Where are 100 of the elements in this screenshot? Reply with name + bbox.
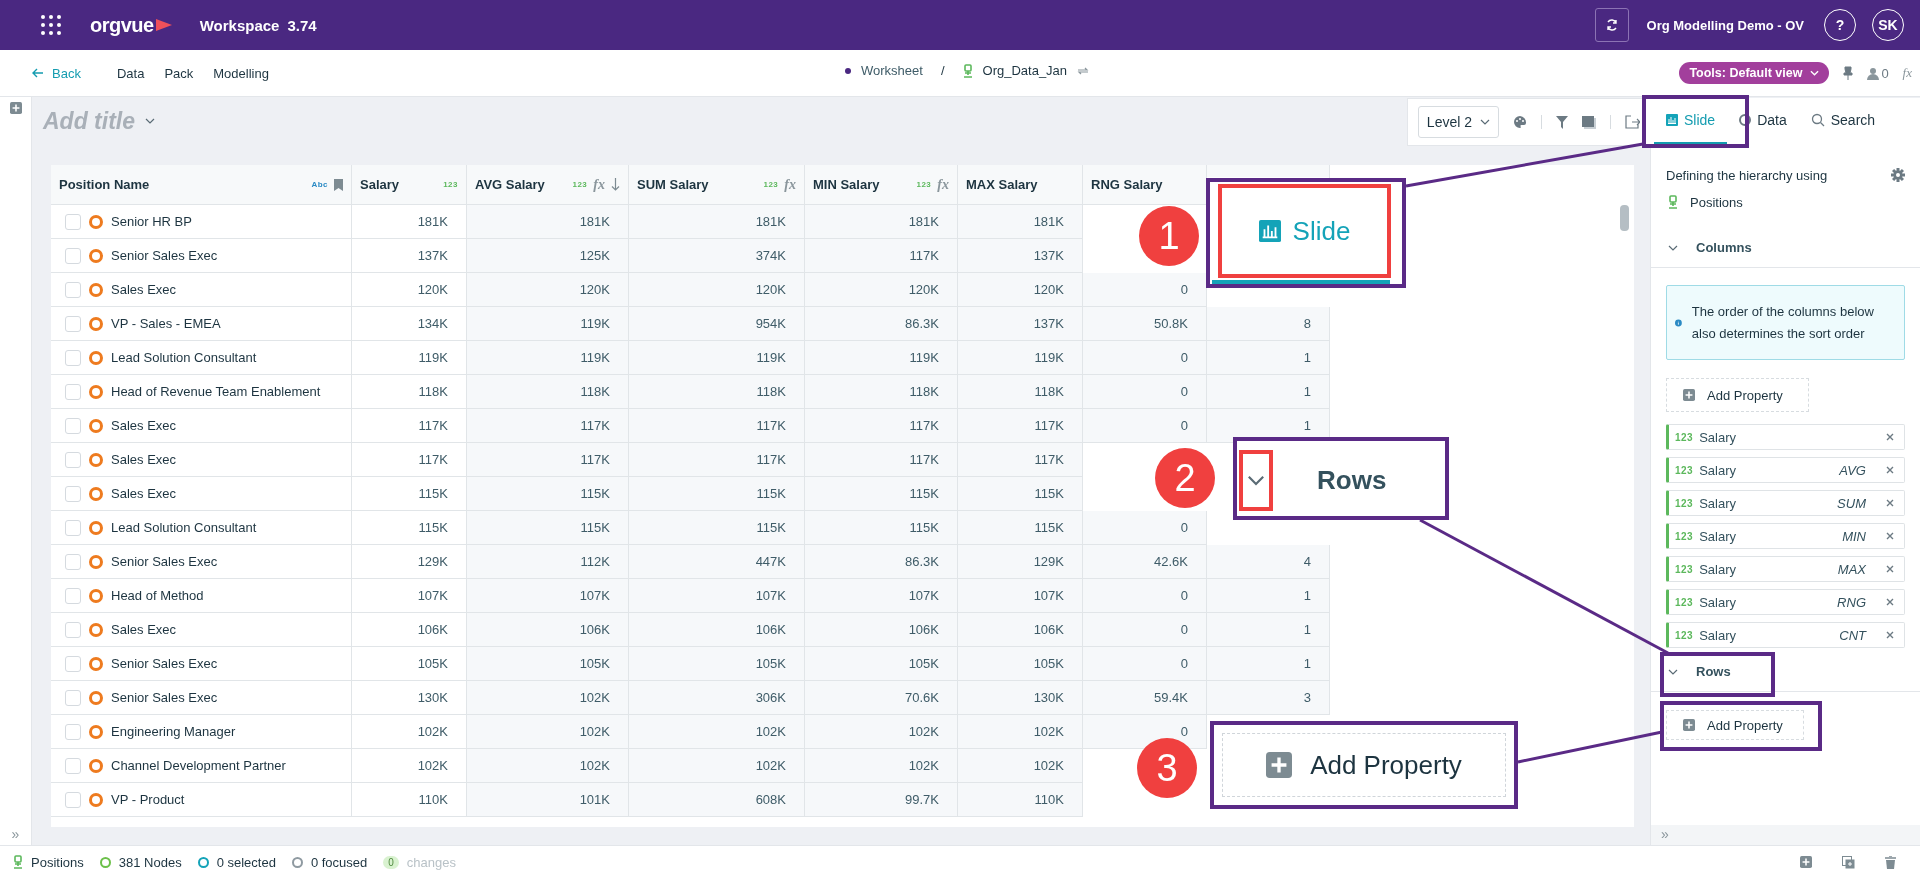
breadcrumb-item[interactable]: Worksheet	[861, 63, 923, 78]
column-header[interactable]: RNG Salary	[1083, 165, 1207, 205]
row-checkbox[interactable]	[65, 791, 81, 808]
formula-icon: fx	[937, 176, 949, 193]
column-header[interactable]: Salary 123	[352, 165, 467, 205]
row-checkbox[interactable]	[65, 723, 81, 740]
column-header[interactable]: MAX Salary	[958, 165, 1083, 205]
close-icon[interactable]	[1886, 433, 1894, 441]
palette-icon[interactable]	[1513, 115, 1527, 129]
table-cell: 86.3K	[805, 307, 958, 341]
panel-tab[interactable]: Data	[1727, 98, 1799, 145]
sync-icon[interactable]	[1077, 65, 1090, 76]
settings-icon[interactable]	[1891, 168, 1905, 182]
add-property-button[interactable]: Add Property	[1666, 710, 1804, 740]
square-icon[interactable]	[1582, 115, 1596, 129]
row-checkbox[interactable]	[65, 655, 81, 672]
column-header[interactable]: SUM Salary 123 fx	[629, 165, 805, 205]
table-cell: 117K	[352, 443, 467, 477]
position-name: Head of Revenue Team Enablement	[111, 384, 321, 399]
row-checkbox[interactable]	[65, 757, 81, 774]
column-item[interactable]: 123 Salary CNT	[1666, 622, 1905, 648]
table-cell: 0	[1083, 341, 1207, 375]
table-cell: 1	[1207, 579, 1330, 613]
filter-icon[interactable]	[1556, 115, 1568, 129]
menu-item[interactable]: Data	[116, 65, 145, 81]
row-checkbox[interactable]	[65, 519, 81, 536]
node-icon	[89, 588, 103, 603]
table-cell: 118K	[629, 375, 805, 409]
table-cell: 1	[1207, 613, 1330, 647]
status-label[interactable]: 381 Nodes	[118, 854, 182, 870]
plus-icon	[1800, 855, 1812, 868]
close-icon[interactable]	[1886, 499, 1894, 507]
table-cell: 117K	[352, 409, 467, 443]
row-checkbox[interactable]	[65, 417, 81, 434]
type-label: 123	[1675, 431, 1694, 443]
row-checkbox[interactable]	[65, 587, 81, 604]
column-item[interactable]: 123 Salary MIN	[1666, 523, 1905, 549]
trash-icon[interactable]	[1885, 855, 1896, 869]
column-header[interactable]: AVG Salary 123 fx	[467, 165, 629, 205]
property-name: Salary	[1699, 594, 1738, 610]
scrollbar-thumb[interactable]	[1620, 205, 1629, 231]
dot-icon	[845, 67, 851, 74]
position-name: Lead Solution Consultant	[111, 350, 257, 365]
duplicate-icon[interactable]	[1842, 855, 1855, 869]
row-checkbox[interactable]	[65, 315, 81, 332]
column-header[interactable]: Position Name Abc	[51, 165, 352, 205]
close-icon[interactable]	[1886, 598, 1894, 606]
position-name: VP - Sales - EMEA	[111, 316, 221, 331]
status-label[interactable]: Positions	[31, 854, 84, 870]
table-cell: 107K	[629, 579, 805, 613]
section-header[interactable]: Columns	[1666, 234, 1752, 261]
table-cell: 181K	[467, 205, 629, 239]
row-checkbox[interactable]	[65, 451, 81, 468]
type-label: 123	[763, 180, 779, 189]
breadcrumb-item[interactable]: Org_Data_Jan	[982, 63, 1068, 78]
status-label[interactable]: 0 selected	[216, 854, 276, 870]
panel-tab[interactable]: Search	[1798, 98, 1888, 145]
close-icon[interactable]	[1886, 466, 1894, 474]
row-checkbox[interactable]	[65, 553, 81, 570]
refresh-button[interactable]	[1594, 8, 1629, 42]
export-icon[interactable]	[1625, 115, 1640, 129]
table-cell: 954K	[629, 307, 805, 341]
table-cell: 4	[1207, 545, 1330, 579]
pin-icon[interactable]	[1843, 66, 1854, 80]
row-checkbox[interactable]	[65, 281, 81, 298]
add-property-button[interactable]: Add Property	[1666, 378, 1809, 412]
row-checkbox[interactable]	[65, 621, 81, 638]
close-icon[interactable]	[1886, 532, 1894, 540]
row-checkbox[interactable]	[65, 213, 81, 230]
column-item[interactable]: 123 Salary	[1666, 424, 1905, 450]
table-cell: 119K	[958, 341, 1083, 375]
column-item[interactable]: 123 Salary RNG	[1666, 589, 1905, 615]
row-checkbox[interactable]	[65, 247, 81, 264]
table-cell: 102K	[958, 749, 1083, 783]
close-icon[interactable]	[1886, 565, 1894, 573]
level-dropdown[interactable]: Level 2	[1417, 106, 1499, 138]
apps-icon[interactable]	[40, 14, 62, 36]
row-checkbox[interactable]	[65, 485, 81, 502]
column-header[interactable]: MIN Salary 123 fx	[805, 165, 958, 205]
row-checkbox[interactable]	[65, 689, 81, 706]
table-cell: 105K	[958, 647, 1083, 681]
table-cell: 129K	[352, 545, 467, 579]
menu-item[interactable]: Modelling	[213, 65, 269, 81]
dataset-name[interactable]: Org Modelling Demo - OV	[1646, 17, 1804, 33]
section-header[interactable]: Rows	[1666, 658, 1731, 685]
column-item[interactable]: 123 Salary AVG	[1666, 457, 1905, 483]
node-icon	[89, 418, 103, 433]
menu-item[interactable]: Pack	[164, 65, 194, 81]
caret-icon	[1810, 70, 1820, 76]
bookmark-icon[interactable]	[334, 178, 343, 191]
row-checkbox[interactable]	[65, 349, 81, 366]
view-dropdown[interactable]: Tools: Default view	[1679, 62, 1830, 84]
sort-arrow-icon[interactable]	[611, 178, 620, 191]
table-cell: 115K	[629, 511, 805, 545]
person-icon[interactable]	[1867, 66, 1880, 80]
column-item[interactable]: 123 Salary MAX	[1666, 556, 1905, 582]
column-item[interactable]: 123 Salary SUM	[1666, 490, 1905, 516]
row-checkbox[interactable]	[65, 383, 81, 400]
status-label[interactable]: 0 focused	[310, 854, 368, 870]
close-icon[interactable]	[1886, 631, 1894, 639]
